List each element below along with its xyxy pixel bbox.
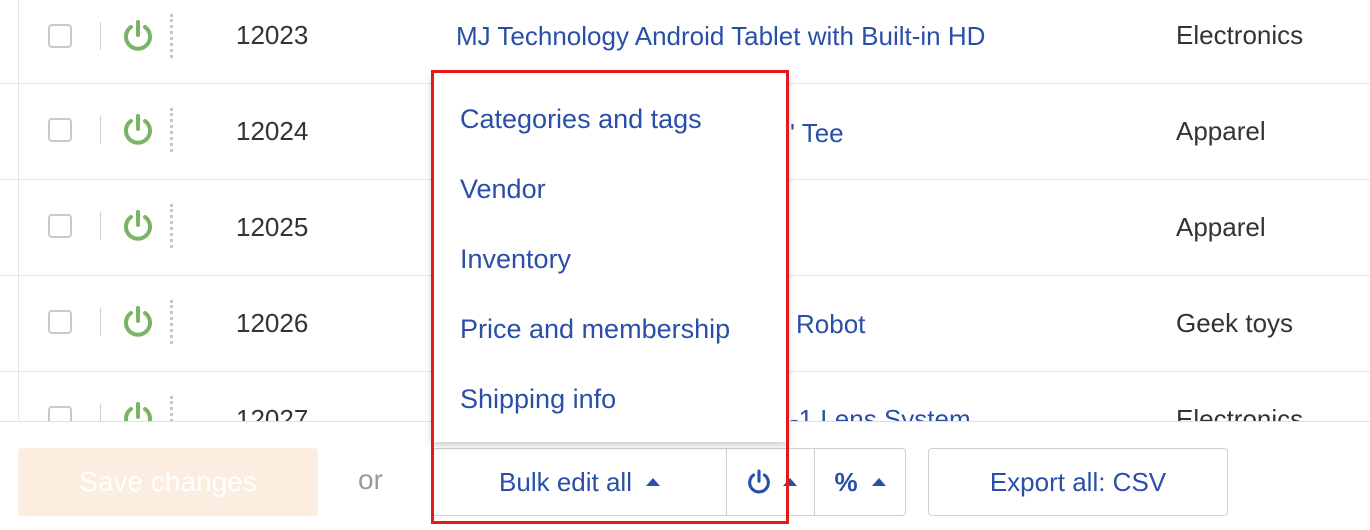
- product-sku: 12023: [236, 20, 309, 50]
- menu-item-inventory[interactable]: Inventory: [460, 243, 571, 275]
- row-divider: [100, 212, 101, 240]
- power-icon[interactable]: [120, 18, 156, 54]
- menu-item-price-and-membership[interactable]: Price and membership: [460, 313, 730, 345]
- save-changes-button[interactable]: Save changes: [18, 448, 318, 516]
- drag-handle-icon[interactable]: [170, 204, 174, 248]
- menu-item-vendor[interactable]: Vendor: [460, 173, 546, 205]
- product-category: Apparel: [1176, 212, 1266, 242]
- product-category: Geek toys: [1176, 308, 1294, 338]
- enable-disable-button[interactable]: [727, 449, 815, 515]
- or-label: or: [358, 464, 383, 495]
- percent-icon: %: [834, 466, 858, 497]
- bulk-edit-all-label: Bulk edit all: [499, 466, 632, 497]
- product-name-link[interactable]: MJ Technology Android Tablet with Built-…: [456, 21, 1056, 51]
- row-checkbox[interactable]: [48, 310, 72, 334]
- caret-up-icon: [871, 478, 886, 486]
- row-divider: [100, 308, 101, 336]
- row-checkbox[interactable]: [48, 118, 72, 142]
- row-checkbox[interactable]: [48, 214, 72, 238]
- row-divider: [100, 116, 101, 144]
- drag-handle-icon[interactable]: [170, 300, 174, 344]
- power-icon: [747, 469, 770, 494]
- product-category: Apparel: [1176, 116, 1266, 146]
- product-sku: 12025: [236, 212, 309, 242]
- discount-percent-button[interactable]: %: [815, 449, 905, 515]
- bulk-edit-dropdown-menu: Categories and tags Vendor Inventory Pri…: [433, 72, 787, 442]
- caret-up-icon: [645, 478, 660, 486]
- product-sku: 12026: [236, 308, 309, 338]
- product-list-page: 12023 MJ Technology Android Tablet with …: [0, 0, 1370, 530]
- power-icon[interactable]: [120, 112, 156, 148]
- menu-item-shipping-info[interactable]: Shipping info: [460, 383, 616, 415]
- row-divider: [100, 22, 101, 50]
- drag-handle-icon[interactable]: [170, 108, 174, 152]
- product-category: Electronics: [1176, 20, 1304, 50]
- product-name-link[interactable]: Robot: [796, 309, 996, 339]
- menu-item-categories-and-tags[interactable]: Categories and tags: [460, 103, 702, 135]
- drag-handle-icon[interactable]: [170, 14, 174, 58]
- power-icon[interactable]: [120, 304, 156, 340]
- power-icon[interactable]: [120, 208, 156, 244]
- bulk-edit-all-button[interactable]: Bulk edit all: [433, 449, 727, 515]
- row-checkbox[interactable]: [48, 24, 72, 48]
- caret-up-icon: [782, 478, 797, 486]
- export-csv-button[interactable]: Export all: CSV: [928, 448, 1228, 516]
- product-name-link[interactable]: ' Tee: [790, 118, 990, 148]
- product-sku: 12024: [236, 116, 309, 146]
- bulk-actions-button-group: Bulk edit all %: [432, 448, 906, 516]
